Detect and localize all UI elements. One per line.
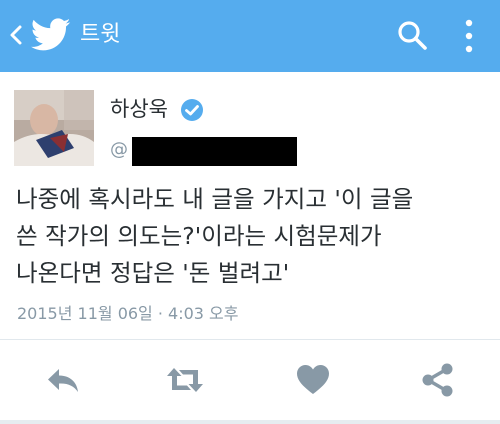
avatar[interactable] bbox=[14, 90, 94, 166]
back-chevron-icon[interactable] bbox=[6, 20, 26, 50]
tweet-text-line: 나중에 혹시라도 내 글을 가지고 '이 글을 bbox=[16, 185, 414, 213]
verified-badge-icon bbox=[181, 99, 203, 121]
tweet-timestamp: 2015년 11월 06일 · 4:03 오후 bbox=[17, 304, 239, 323]
twitter-bird-icon[interactable] bbox=[31, 18, 71, 52]
search-icon[interactable] bbox=[396, 19, 430, 53]
redacted-handle bbox=[132, 137, 297, 166]
reply-icon[interactable] bbox=[43, 360, 83, 400]
tweet-text-line: 나온다면 정답은 '돈 벌려고' bbox=[16, 259, 290, 287]
like-heart-icon[interactable] bbox=[293, 360, 333, 400]
tweet-text: 나중에 혹시라도 내 글을 가지고 '이 글을 쓴 작가의 의도는?'이라는 시… bbox=[16, 181, 494, 292]
bottom-separator bbox=[0, 420, 500, 424]
app-bar: 트윗 bbox=[0, 0, 500, 72]
divider bbox=[0, 339, 500, 340]
retweet-icon[interactable] bbox=[165, 360, 205, 400]
more-vertical-icon[interactable] bbox=[462, 15, 476, 57]
user-handle[interactable]: @ bbox=[110, 138, 128, 162]
share-icon[interactable] bbox=[418, 360, 458, 400]
page-title: 트윗 bbox=[80, 22, 121, 47]
user-name[interactable]: 하상욱 bbox=[110, 95, 168, 123]
tweet-text-line: 쓴 작가의 의도는?'이라는 시험문제가 bbox=[16, 222, 382, 250]
